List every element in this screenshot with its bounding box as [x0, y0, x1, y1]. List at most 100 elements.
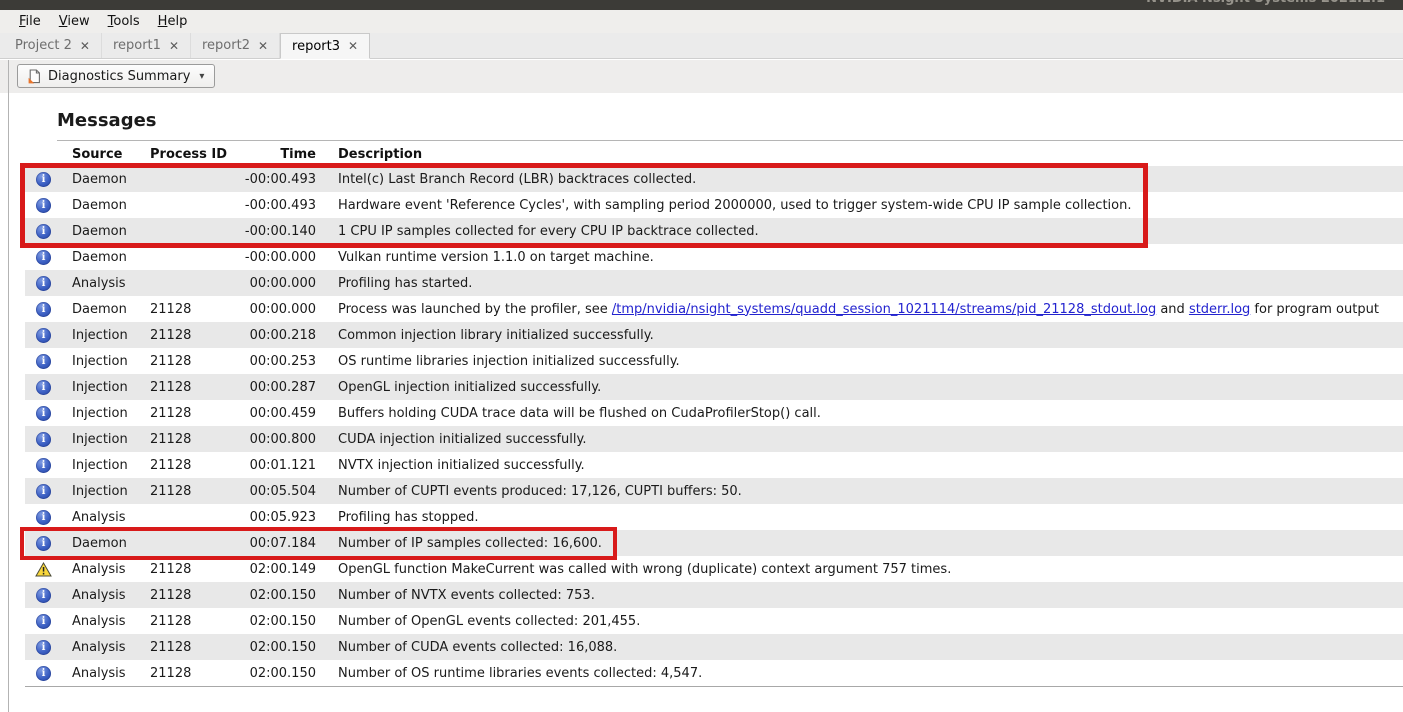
column-header-description: Description	[338, 147, 1403, 166]
table-row[interactable]: iAnalysis2112802:00.150Number of NVTX ev…	[25, 582, 1403, 608]
description-cell: Number of OS runtime libraries events co…	[338, 666, 1403, 681]
tab-report3[interactable]: report3 ✕	[280, 33, 370, 59]
time-cell: 00:05.923	[240, 510, 324, 525]
info-icon: i	[36, 328, 51, 343]
time-cell: 02:00.150	[240, 588, 324, 603]
source-cell: Analysis	[62, 562, 150, 577]
source-cell: Injection	[62, 328, 150, 343]
description-cell: Number of OpenGL events collected: 201,4…	[338, 614, 1403, 629]
table-row[interactable]: iDaemon-00:00.1401 CPU IP samples collec…	[25, 218, 1403, 244]
process-id-cell: 21128	[150, 562, 240, 577]
time-cell: 02:00.149	[240, 562, 324, 577]
info-icon: i	[36, 380, 51, 395]
process-id-cell: 21128	[150, 380, 240, 395]
table-row[interactable]: iDaemon2112800:00.000Process was launche…	[25, 296, 1403, 322]
menu-item-file[interactable]: File	[10, 12, 50, 31]
info-icon: i	[36, 250, 51, 265]
info-icon: i	[36, 536, 51, 551]
info-icon: i	[36, 588, 51, 603]
column-header-source: Source	[62, 147, 150, 166]
heading-divider	[57, 140, 1403, 141]
time-cell: 00:00.459	[240, 406, 324, 421]
source-cell: Daemon	[62, 224, 150, 239]
info-icon: i	[36, 666, 51, 681]
time-cell: -00:00.493	[240, 172, 324, 187]
time-cell: 00:05.504	[240, 484, 324, 499]
time-cell: 02:00.150	[240, 640, 324, 655]
info-icon: i	[36, 614, 51, 629]
tabbar: Project 2 ✕ report1 ✕ report2 ✕ report3 …	[0, 33, 1403, 59]
table-row[interactable]: iInjection2112800:00.800CUDA injection i…	[25, 426, 1403, 452]
close-icon[interactable]: ✕	[258, 39, 268, 53]
table-row[interactable]: iAnalysis2112802:00.150Number of OS runt…	[25, 660, 1403, 686]
info-icon: i	[36, 406, 51, 421]
table-row[interactable]: i Analysis 00:05.923 Profiling has stopped.	[25, 504, 1403, 530]
table-row[interactable]: iInjection2112800:00.287OpenGL injection…	[25, 374, 1403, 400]
table-row[interactable]: iInjection2112800:00.253OS runtime libra…	[25, 348, 1403, 374]
process-id-cell: 21128	[150, 588, 240, 603]
source-cell: Analysis	[62, 614, 150, 629]
info-icon: i	[36, 302, 51, 317]
description-cell: 1 CPU IP samples collected for every CPU…	[338, 224, 1403, 239]
description-cell: Vulkan runtime version 1.1.0 on target m…	[338, 250, 1403, 265]
file-link[interactable]: stderr.log	[1189, 302, 1250, 317]
info-icon: i	[36, 432, 51, 447]
info-icon: i	[36, 510, 51, 525]
page-title: Messages	[57, 110, 157, 131]
process-id-cell: 21128	[150, 302, 240, 317]
time-cell: 00:00.218	[240, 328, 324, 343]
description-cell: Number of CUPTI events produced: 17,126,…	[338, 484, 1403, 499]
tab-report2[interactable]: report2 ✕	[191, 33, 280, 58]
table-row[interactable]: iInjection2112800:01.121NVTX injection i…	[25, 452, 1403, 478]
info-icon: i	[36, 354, 51, 369]
source-cell: Analysis	[62, 588, 150, 603]
table-row[interactable]: iDaemon00:07.184Number of IP samples col…	[25, 530, 1403, 556]
source-cell: Analysis	[62, 640, 150, 655]
close-icon[interactable]: ✕	[169, 39, 179, 53]
table-row[interactable]: iAnalysis2112802:00.150Number of CUDA ev…	[25, 634, 1403, 660]
close-icon[interactable]: ✕	[80, 39, 90, 53]
chevron-down-icon: ▾	[199, 71, 204, 82]
table-row[interactable]: iDaemon-00:00.493Hardware event 'Referen…	[25, 192, 1403, 218]
menu-item-help[interactable]: Help	[149, 12, 197, 31]
description-cell: OpenGL function MakeCurrent was called w…	[338, 562, 1403, 577]
info-icon: i	[36, 224, 51, 239]
table-row[interactable]: iInjection2112800:00.218Common injection…	[25, 322, 1403, 348]
time-cell: 02:00.150	[240, 666, 324, 681]
view-selector-button[interactable]: Diagnostics Summary ▾	[17, 64, 215, 88]
description-cell: Intel(c) Last Branch Record (LBR) backtr…	[338, 172, 1403, 187]
description-cell: Profiling has stopped.	[338, 510, 1403, 525]
close-icon[interactable]: ✕	[348, 39, 358, 53]
source-cell: Analysis	[62, 510, 150, 525]
table-row[interactable]: iInjection2112800:00.459Buffers holding …	[25, 400, 1403, 426]
description-cell: Number of IP samples collected: 16,600.	[338, 536, 1403, 551]
menubar: File View Tools Help	[0, 10, 1403, 33]
process-id-cell: 21128	[150, 458, 240, 473]
time-cell: 02:00.150	[240, 614, 324, 629]
process-id-cell: 21128	[150, 640, 240, 655]
process-id-cell: 21128	[150, 406, 240, 421]
description-cell: OpenGL injection initialized successfull…	[338, 380, 1403, 395]
document-warning-icon	[28, 69, 41, 84]
description-cell: Process was launched by the profiler, se…	[338, 302, 1403, 317]
file-link[interactable]: /tmp/nvidia/nsight_systems/quadd_session…	[612, 302, 1156, 317]
menu-item-tools[interactable]: Tools	[99, 12, 149, 31]
table-row[interactable]: iAnalysis00:00.000Profiling has started.	[25, 270, 1403, 296]
source-cell: Injection	[62, 354, 150, 369]
table-row[interactable]: iDaemon-00:00.000Vulkan runtime version …	[25, 244, 1403, 270]
tab-report1[interactable]: report1 ✕	[102, 33, 191, 58]
source-cell: Injection	[62, 458, 150, 473]
info-icon: i	[36, 640, 51, 655]
column-header-process-id: Process ID	[150, 147, 240, 166]
tab-project-2[interactable]: Project 2 ✕	[4, 33, 102, 58]
source-cell: Daemon	[62, 250, 150, 265]
table-row[interactable]: Analysis2112802:00.149 OpenGL function Ma…	[25, 556, 1403, 582]
table-row[interactable]: iInjection2112800:05.504Number of CUPTI …	[25, 478, 1403, 504]
time-cell: 00:00.000	[240, 276, 324, 291]
table-row[interactable]: iDaemon-00:00.493Intel(c) Last Branch Re…	[25, 166, 1403, 192]
menu-item-view[interactable]: View	[50, 12, 99, 31]
source-cell: Daemon	[62, 536, 150, 551]
description-cell: Common injection library initialized suc…	[338, 328, 1403, 343]
tab-label: report2	[202, 38, 250, 53]
table-row[interactable]: iAnalysis2112802:00.150Number of OpenGL …	[25, 608, 1403, 634]
